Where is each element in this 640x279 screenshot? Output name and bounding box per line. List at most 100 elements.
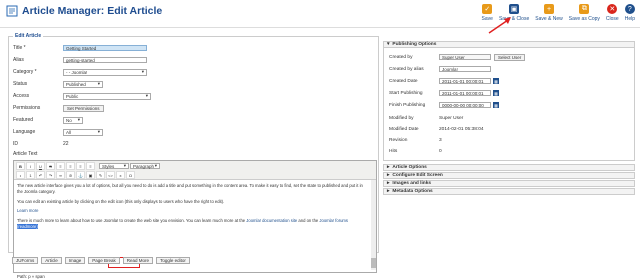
hits-row: Hits 0 [389, 147, 442, 155]
chevron-down-icon: ▾ [145, 93, 148, 98]
revision-row: Revision 3 [389, 136, 442, 144]
created-date-input[interactable]: 2011-01-01 00:00:01 [439, 78, 491, 84]
article-options-title: Article Options [392, 165, 427, 170]
publishing-options-header[interactable]: ▾ Publishing Options [383, 41, 635, 48]
toggle-editor-button[interactable]: Toggle editor [156, 257, 190, 264]
juforms-button[interactable]: JUForms [12, 257, 39, 264]
category-select[interactable]: - - Joomla! ▾ [63, 68, 147, 76]
featured-select[interactable]: No ▾ [63, 116, 83, 124]
category-row: Category * - - Joomla! ▾ [13, 68, 147, 76]
category-label: Category * [13, 69, 37, 75]
italic-icon[interactable]: I [26, 162, 35, 170]
undo-icon[interactable]: ↶ [36, 171, 45, 179]
calendar-icon[interactable]: ▦ [493, 78, 499, 84]
close-button[interactable]: ✕ Close [603, 1, 622, 27]
category-value: - - Joomla! [66, 69, 88, 75]
clean-icon[interactable]: ✎ [96, 171, 105, 179]
numbered-list-icon[interactable]: 1 [26, 171, 35, 179]
redo-icon[interactable]: ↷ [46, 171, 55, 179]
created-by-label: Created by [389, 54, 413, 60]
docs-link[interactable]: Joomla! documentation site [246, 218, 297, 223]
language-select[interactable]: All ▾ [63, 128, 103, 136]
editor-toolbar-row-1: B I U S ≡ ≡ ≡ ≡ Styles ▾ Paragraph ▾ [16, 162, 160, 170]
alias-label: Alias [13, 57, 24, 63]
image-icon[interactable]: ▣ [86, 171, 95, 179]
editor-paragraph-2: You can edit an existing article by clic… [17, 198, 225, 204]
chevron-down-icon: ▾ [154, 163, 157, 168]
title-input[interactable]: Getting Started [63, 45, 147, 51]
bold-icon[interactable]: B [16, 162, 25, 170]
save-new-button[interactable]: + Save & New [532, 1, 566, 27]
save-new-label: Save & New [535, 16, 563, 22]
set-permissions-button[interactable]: Set Permissions [63, 104, 104, 112]
chevron-down-icon: ▾ [141, 69, 144, 74]
p3-text-a: There is much more to learn about how to… [17, 218, 247, 224]
read-more-button[interactable]: Read More [122, 257, 154, 264]
help-button[interactable]: ? Help [622, 1, 638, 27]
omega-icon[interactable]: Ω [126, 171, 135, 179]
subscript-icon[interactable]: x [116, 171, 125, 179]
access-select[interactable]: Public ▾ [63, 92, 151, 100]
status-label: Status [13, 81, 28, 87]
anchor-icon[interactable]: ⚓ [76, 171, 85, 179]
finish-publishing-row: Finish Publishing 0000-00-00 00:00:00 ▦ [389, 101, 499, 109]
revision-label: Revision [389, 137, 408, 143]
underline-icon[interactable]: U [36, 162, 45, 170]
editor-toolbar: B I U S ≡ ≡ ≡ ≡ Styles ▾ Paragraph ▾ • 1… [14, 161, 376, 180]
configure-edit-screen-header[interactable]: ▸ Configure Edit Screen [383, 172, 635, 179]
created-by-input[interactable]: Super User [439, 54, 491, 60]
close-label: Close [605, 16, 619, 22]
help-icon: ? [624, 4, 635, 14]
select-user-button[interactable]: Select User [494, 53, 526, 61]
id-label: ID [13, 141, 18, 147]
created-date-row: Created Date 2011-01-01 00:00:01 ▦ [389, 77, 499, 85]
save-new-icon: + [544, 4, 554, 14]
language-value: All [66, 129, 72, 135]
save-copy-icon: ⧉ [579, 4, 590, 14]
article-button[interactable]: Article [41, 257, 62, 264]
finish-publishing-label: Finish Publishing [389, 102, 426, 108]
images-links-header[interactable]: ▸ Images and links [383, 180, 635, 187]
finish-publishing-input[interactable]: 0000-00-00 00:00:00 [439, 102, 491, 108]
created-by-row: Created by Super User Select User [389, 53, 526, 61]
html-icon[interactable]: <> [106, 171, 115, 179]
featured-value: No [66, 117, 72, 123]
align-right-icon[interactable]: ≡ [76, 162, 85, 170]
status-select[interactable]: Published ▾ [63, 80, 103, 88]
link-icon[interactable]: ∞ [56, 171, 65, 179]
editor-content[interactable]: The new article interface gives you a lo… [17, 183, 369, 234]
collapsed-icon: ▸ [387, 173, 390, 178]
scroll-thumb[interactable] [371, 258, 376, 268]
modified-by-value: Super User [439, 115, 464, 121]
featured-row: Featured No ▾ [13, 116, 83, 124]
start-publishing-input[interactable]: 2011-01-01 00:00:01 [439, 90, 491, 96]
calendar-icon[interactable]: ▦ [493, 102, 499, 108]
created-alias-input[interactable]: Joomla! [439, 66, 491, 72]
bullet-list-icon[interactable]: • [16, 171, 25, 179]
modified-date-value: 2014-02-01 05:38:04 [439, 126, 484, 132]
modified-by-row: Modified by Super User [389, 114, 463, 122]
hits-value: 0 [439, 148, 442, 154]
start-publishing-row: Start Publishing 2011-01-01 00:00:01 ▦ [389, 89, 499, 97]
paragraph-select[interactable]: Paragraph ▾ [130, 163, 160, 169]
article-options-header[interactable]: ▸ Article Options [383, 164, 635, 171]
align-left-icon[interactable]: ≡ [56, 162, 65, 170]
selected-readmore-text: (readmore) [17, 223, 38, 229]
created-alias-label: Created by alias [389, 66, 424, 72]
unlink-icon[interactable]: ⊘ [66, 171, 75, 179]
editor-paragraph-1: The new article interface gives you a lo… [17, 183, 363, 194]
forums-link[interactable]: Joomla! forums [319, 218, 348, 223]
alias-input[interactable]: getting-started [63, 57, 147, 63]
editor-buttons: JUForms Article Image Page Break Read Mo… [12, 257, 190, 264]
metadata-options-header[interactable]: ▸ Metadata Options [383, 188, 635, 195]
align-center-icon[interactable]: ≡ [66, 162, 75, 170]
styles-select[interactable]: Styles ▾ [99, 163, 129, 169]
image-button[interactable]: Image [64, 257, 86, 264]
strikethrough-icon[interactable]: S [46, 162, 55, 170]
editor-scrollbar[interactable] [371, 180, 376, 270]
save-copy-button[interactable]: ⧉ Save as Copy [566, 1, 603, 27]
page-break-button[interactable]: Page Break [88, 257, 120, 264]
calendar-icon[interactable]: ▦ [493, 90, 499, 96]
align-justify-icon[interactable]: ≡ [86, 162, 95, 170]
modified-date-label: Modified Date [389, 126, 419, 132]
